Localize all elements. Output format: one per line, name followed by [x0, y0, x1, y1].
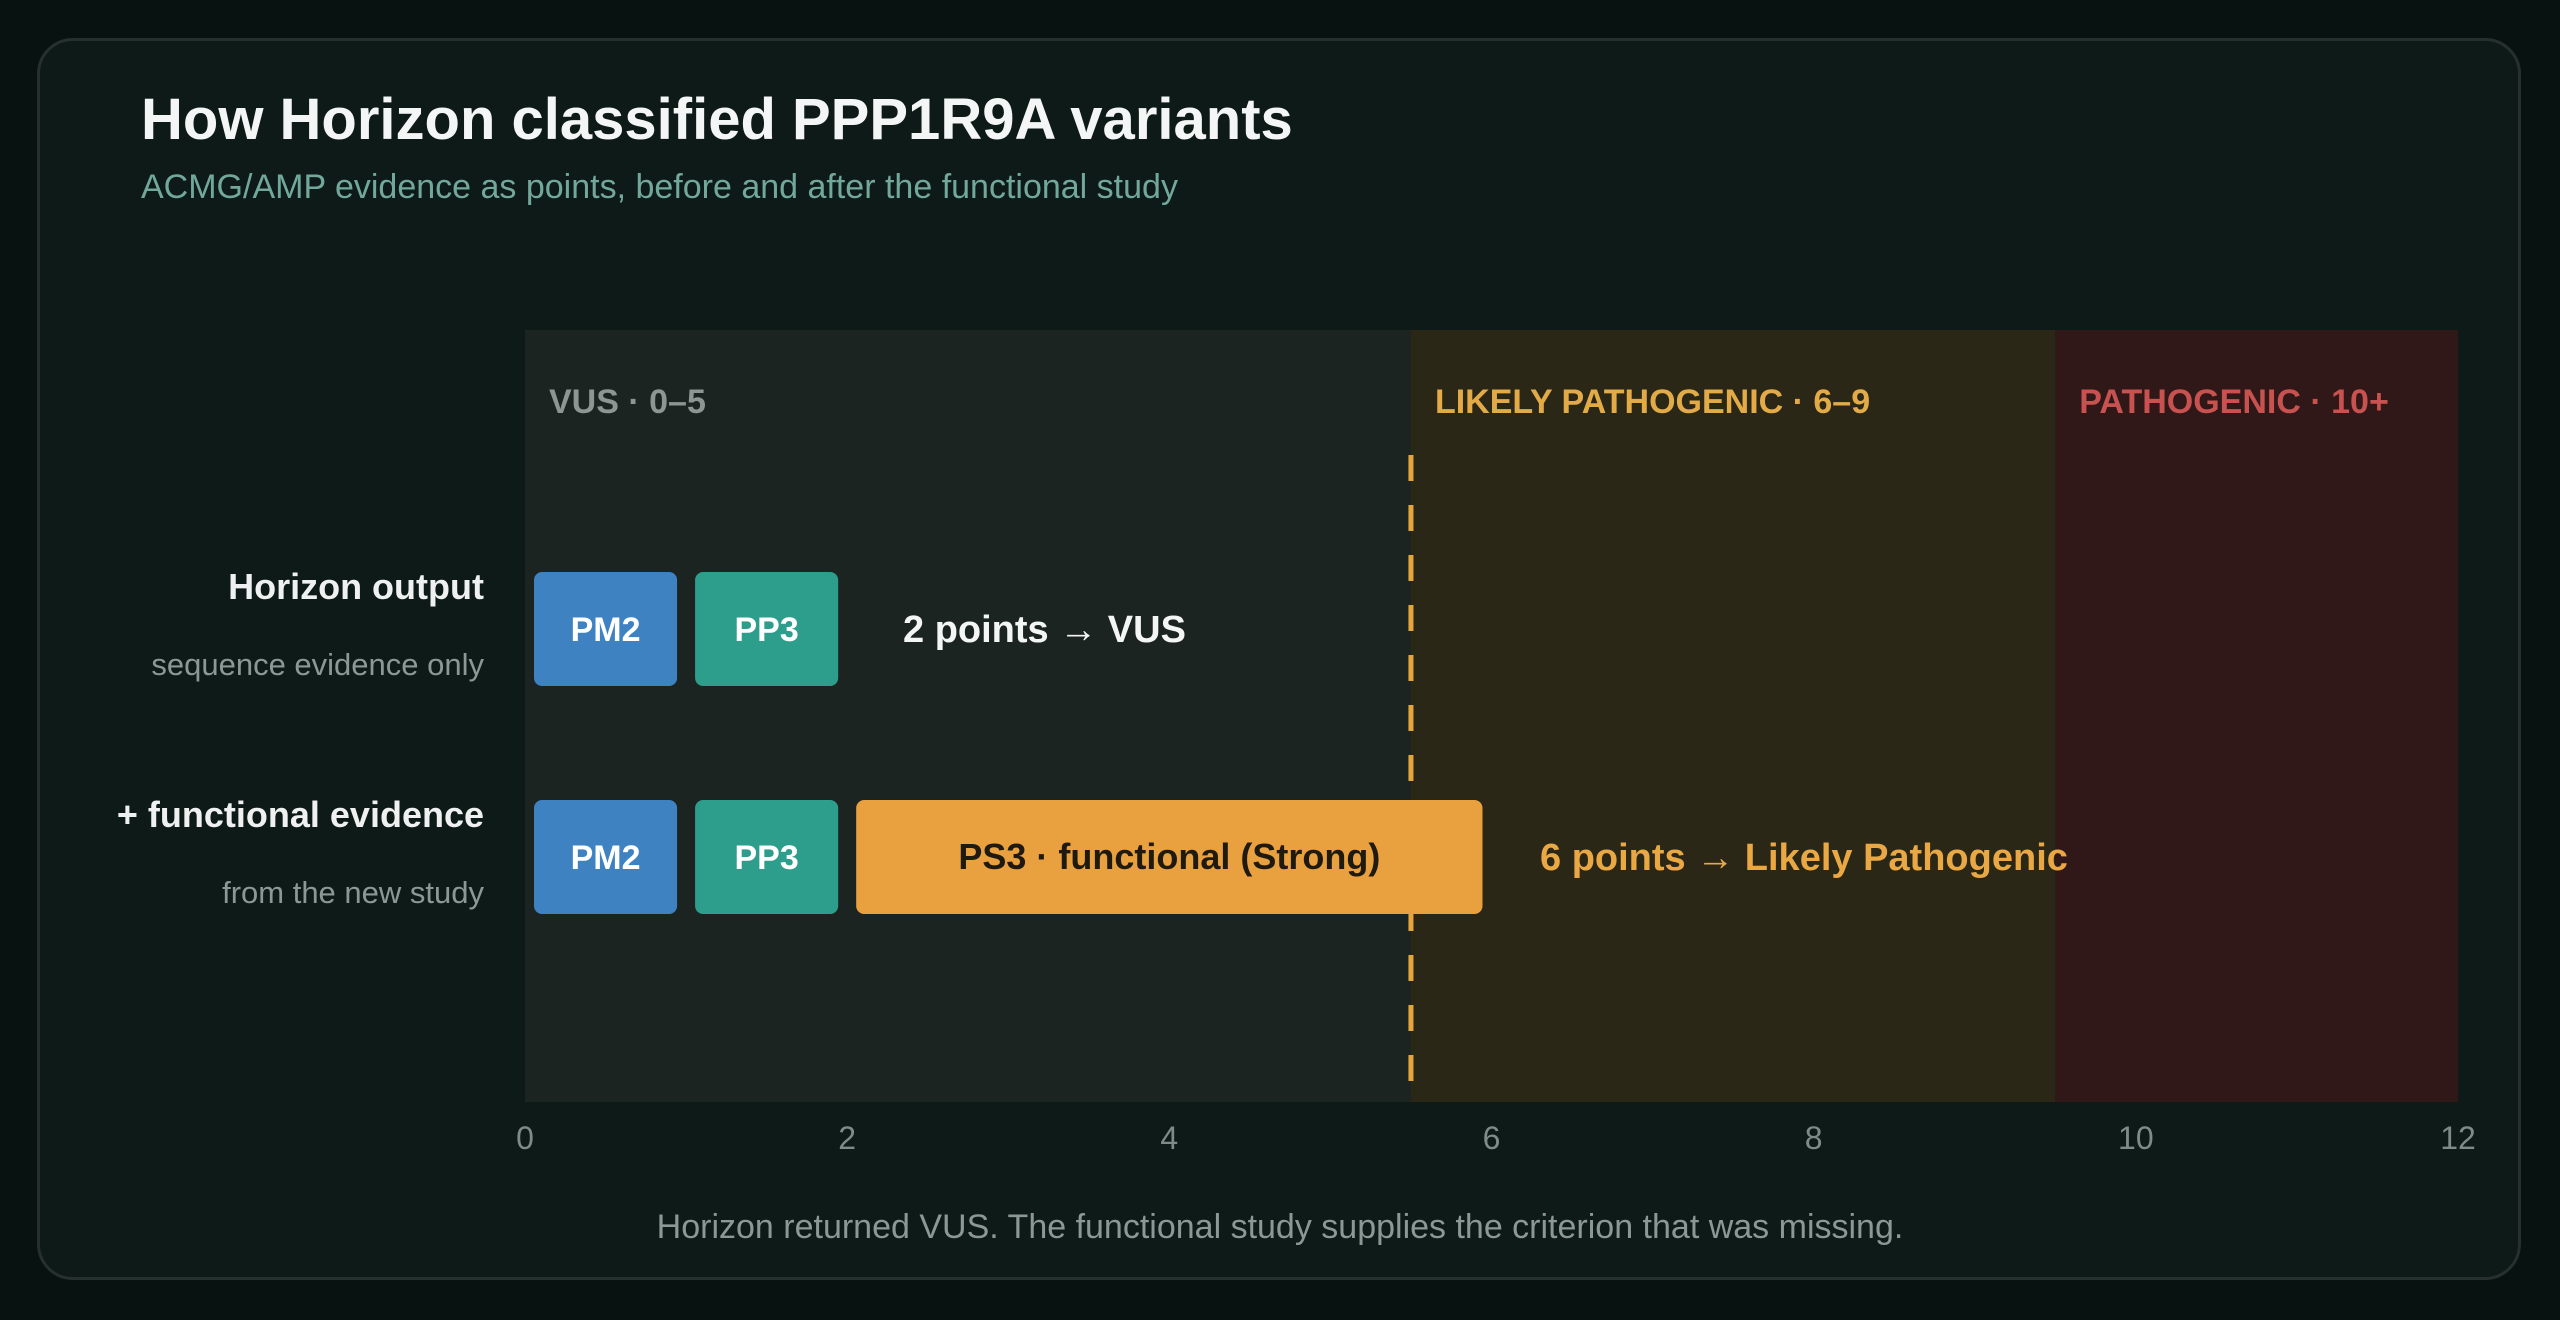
chart-plot: VUS · 0–5 LIKELY PATHOGENIC · 6–9 PATHOGEN…: [117, 330, 2476, 1156]
row-total-label: 2 points → VUS: [903, 609, 1186, 651]
zone-label: LIKELY PATHOGENIC · 6–9: [1435, 383, 1870, 421]
zone-pathogenic: [2055, 330, 2458, 1102]
bar-segment-label: PS3 · functional (Strong): [958, 836, 1380, 877]
zone-label: PATHOGENIC · 10+: [2079, 383, 2389, 421]
x-tick-label: 4: [1160, 1120, 1178, 1156]
zone-label: VUS · 0–5: [549, 383, 706, 421]
bar-segment-label: PM2: [571, 839, 641, 877]
row-total-label: 6 points → Likely Pathogenic: [1540, 837, 2068, 879]
bar-segment-label: PP3: [734, 839, 798, 877]
x-tick-label: 10: [2118, 1120, 2154, 1156]
zone-likely-pathogenic: [1410, 330, 2056, 1102]
chart-caption: Horizon returned VUS. The functional stu…: [656, 1208, 1904, 1246]
x-tick-label: 0: [516, 1120, 534, 1156]
bar-segment-label: PM2: [571, 611, 641, 649]
bar-segment-label: PP3: [734, 611, 798, 649]
x-tick-label: 2: [838, 1120, 856, 1156]
x-tick-label: 6: [1483, 1120, 1501, 1156]
row-label: Horizon output: [228, 566, 484, 607]
row-sublabel: sequence evidence only: [151, 647, 484, 682]
x-tick-label: 8: [1805, 1120, 1823, 1156]
zone-vus: [525, 330, 1411, 1102]
row-label: + functional evidence: [117, 794, 484, 835]
row-sublabel: from the new study: [222, 875, 484, 910]
x-tick-label: 12: [2440, 1120, 2476, 1156]
